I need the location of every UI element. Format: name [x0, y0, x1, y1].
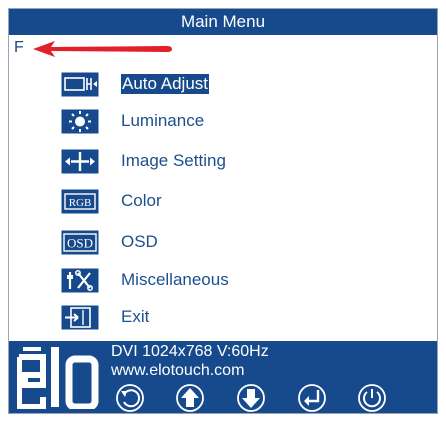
miscellaneous-icon	[61, 268, 99, 292]
rgb-icon-text: RGB	[69, 197, 92, 209]
menu-label-color: Color	[121, 191, 162, 210]
menu-item-exit[interactable]: Exit	[61, 302, 149, 332]
elo-logo: elo	[17, 345, 99, 409]
menu-label-auto-adjust: Auto Adjust	[121, 74, 210, 94]
enter-icon[interactable]	[295, 383, 329, 413]
osd-icon: OSD	[61, 230, 99, 254]
signal-info: DVI 1024x768 V:60Hz	[111, 343, 269, 360]
power-icon[interactable]	[355, 383, 389, 413]
luminance-icon	[61, 109, 99, 133]
auto-adjust-icon	[61, 72, 99, 96]
title-bar: Main Menu	[9, 9, 437, 35]
menu-label-miscellaneous: Miscellaneous	[121, 270, 229, 289]
menu-item-image-setting[interactable]: Image Setting	[61, 146, 226, 176]
menu-item-color[interactable]: RGB Color	[61, 186, 162, 216]
indicator-letter: F	[14, 39, 24, 56]
osd-icon-text: OSD	[67, 235, 93, 250]
menu-title: Main Menu	[180, 12, 266, 31]
down-arrow-icon[interactable]	[234, 383, 268, 413]
red-arrow-icon	[33, 41, 172, 57]
back-icon[interactable]	[113, 383, 147, 413]
osd-window: Main Menu F Auto Adjust Luminance Image …	[8, 8, 438, 414]
menu-label-osd: OSD	[121, 232, 158, 251]
menu-label-luminance: Luminance	[121, 111, 205, 130]
up-arrow-icon[interactable]	[173, 383, 207, 413]
menu-item-osd[interactable]: OSD OSD	[61, 227, 158, 257]
menu-item-luminance[interactable]: Luminance	[61, 106, 204, 136]
exit-icon	[61, 305, 99, 329]
menu-label-exit: Exit	[121, 307, 150, 326]
footer-bar: elo DVI 1024x768 V:60Hz www.elotouch.com	[9, 341, 437, 413]
image-setting-icon	[61, 149, 99, 173]
website-text: www.elotouch.com	[111, 362, 245, 379]
menu-item-miscellaneous[interactable]: Miscellaneous	[61, 265, 229, 295]
rgb-color-icon: RGB	[61, 189, 99, 213]
menu-item-auto-adjust[interactable]: Auto Adjust	[61, 69, 210, 99]
menu-label-image-setting: Image Setting	[121, 151, 226, 170]
brand-text: elo	[17, 345, 19, 346]
